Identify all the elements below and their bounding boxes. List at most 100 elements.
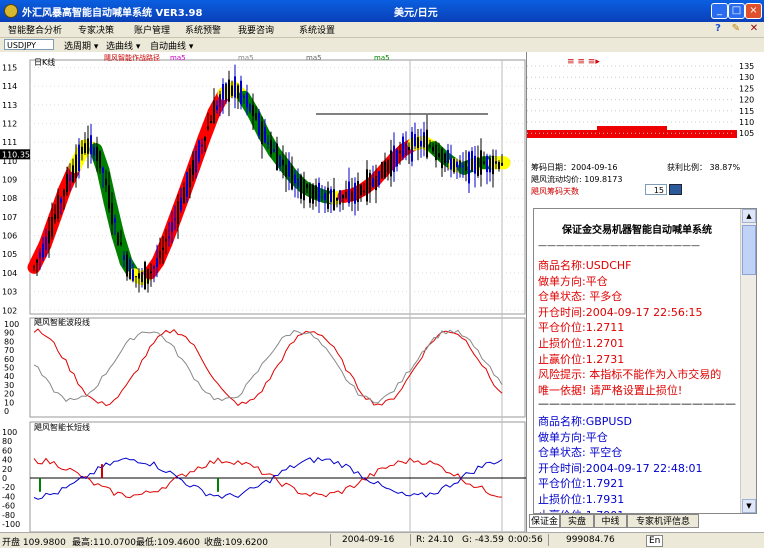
candle-body xyxy=(393,145,395,172)
scroll-up-icon[interactable]: ▲ xyxy=(742,209,756,223)
candle-body xyxy=(264,126,266,143)
message-line: 止损价位:1.2701 xyxy=(538,337,625,350)
candle-body xyxy=(336,197,338,201)
candle-body xyxy=(294,174,296,184)
y-tick-label: 114 xyxy=(2,82,17,91)
period-dropdown[interactable]: 选周期 ▾ xyxy=(64,39,98,52)
candle-body xyxy=(261,121,263,145)
exit-icon[interactable]: ✕ xyxy=(748,23,760,35)
ime-indicator[interactable]: En xyxy=(646,535,664,547)
menu-item-3[interactable]: 系统预警 xyxy=(185,23,221,36)
candle-body xyxy=(459,160,461,168)
candle-body xyxy=(246,92,248,108)
message-scrollbar[interactable]: ▲ ▼ xyxy=(740,209,756,513)
osc2-tick: 0 xyxy=(2,474,7,483)
scroll-thumb[interactable] xyxy=(742,225,756,275)
panel-tab-3[interactable]: 专家机评信息 xyxy=(627,514,699,528)
candle-body xyxy=(354,182,356,204)
status-volume: 999084.76 xyxy=(566,535,615,545)
mini-tick: 105 xyxy=(739,129,754,138)
candle-body xyxy=(255,112,257,120)
days-input[interactable]: 15 xyxy=(645,184,667,195)
y-tick-label: 111 xyxy=(2,138,17,147)
osc2-tick: 60 xyxy=(2,446,12,455)
candle-body xyxy=(177,201,179,225)
candle-body xyxy=(378,171,380,186)
menu-item-5[interactable]: 系统设置 xyxy=(299,23,335,36)
candle-body xyxy=(279,155,281,167)
candle-body xyxy=(402,136,404,158)
message-box: 保证金交易机器智能自动喊单系统 —————————————————— 商品名称:… xyxy=(533,208,757,514)
panel-tab-2[interactable]: 中线 xyxy=(594,514,627,528)
candle-body xyxy=(438,153,440,158)
candle-body xyxy=(333,189,335,211)
candle-body xyxy=(150,271,152,274)
menu-item-0[interactable]: 智能整合分析 xyxy=(8,23,62,36)
candle-body xyxy=(324,193,326,201)
candle-body xyxy=(417,137,419,148)
maximize-button[interactable]: □ xyxy=(728,3,745,19)
candle-body xyxy=(39,252,41,259)
candle-body xyxy=(456,161,458,168)
candle-body xyxy=(63,189,65,197)
toolbar: USDJPY 选周期 ▾ 选曲线 ▾ 自动曲线 ▾ xyxy=(0,38,764,52)
status-g: G: -43.59 xyxy=(462,535,504,545)
y-tick-label: 105 xyxy=(2,250,17,259)
curve-dropdown[interactable]: 选曲线 ▾ xyxy=(106,39,140,52)
osc1-tick: 20 xyxy=(4,390,14,399)
chart-area[interactable]: 115 114 113 112 111 110 109 108 107 106 105 104 103 1… xyxy=(0,52,526,532)
mini-tick: 115 xyxy=(739,107,754,116)
status-bar: 开盘 109.9800 最高:110.0700 最低:109.4600 收盘:1… xyxy=(0,532,764,548)
candle-body xyxy=(474,155,476,174)
close-button[interactable]: × xyxy=(745,3,762,19)
mini-tick: 135 xyxy=(739,62,754,71)
candle-body xyxy=(276,143,278,171)
candle-body xyxy=(138,273,140,279)
help-icon[interactable]: ? xyxy=(712,23,724,35)
candle-body xyxy=(165,238,167,242)
candle-body xyxy=(231,85,233,96)
candle-body xyxy=(381,161,383,179)
menu-item-4[interactable]: 我要咨询 xyxy=(238,23,274,36)
candle-body xyxy=(186,172,188,197)
candle-body xyxy=(69,174,71,182)
candle-body xyxy=(492,155,494,175)
candle-body xyxy=(282,159,284,166)
candle-body xyxy=(489,157,491,173)
candle-body xyxy=(360,185,362,196)
candle-body xyxy=(300,175,302,199)
y-tick-label: 109 xyxy=(2,176,17,185)
candle-body xyxy=(120,242,122,245)
osc2-tick: -40 xyxy=(2,492,15,501)
candle-body xyxy=(291,165,293,190)
panel-tab-1[interactable]: 实盘 xyxy=(560,514,594,528)
candle-body xyxy=(285,164,287,178)
current-price-label: 110.35 xyxy=(2,150,30,159)
y-tick-label: 115 xyxy=(2,63,17,72)
scroll-down-icon[interactable]: ▼ xyxy=(742,499,756,513)
auto-curve-dropdown[interactable]: 自动曲线 ▾ xyxy=(150,39,193,52)
candle-body xyxy=(213,100,215,124)
candle-body xyxy=(147,269,149,284)
candle-body xyxy=(495,161,497,164)
candle-body xyxy=(312,184,314,204)
menu-item-2[interactable]: 账户管理 xyxy=(134,23,170,36)
osc1-tick: 0 xyxy=(4,407,9,416)
status-high: 最高:110.0700 xyxy=(72,538,136,548)
days-go-button[interactable] xyxy=(669,184,682,195)
chart-canvas[interactable]: 1151141131121111101091081071061051041031… xyxy=(0,52,526,532)
menu-item-1[interactable]: 专家决策 xyxy=(78,23,114,36)
osc1-tick: 30 xyxy=(4,381,14,390)
message-line: 做单方向:平仓 xyxy=(538,274,608,288)
candle-body xyxy=(363,190,365,193)
candle-body xyxy=(423,132,425,148)
symbol-select[interactable]: USDJPY xyxy=(4,39,54,50)
candle-body xyxy=(87,138,89,154)
candle-body xyxy=(108,185,110,209)
candle-body xyxy=(234,76,236,98)
settings-icon[interactable]: ✎ xyxy=(730,23,742,35)
minimize-button[interactable]: _ xyxy=(711,3,728,19)
candle-body xyxy=(111,202,113,225)
message-line: 商品名称:USDCHF xyxy=(538,259,632,272)
panel-tab-0[interactable]: 保证金 xyxy=(529,514,560,528)
